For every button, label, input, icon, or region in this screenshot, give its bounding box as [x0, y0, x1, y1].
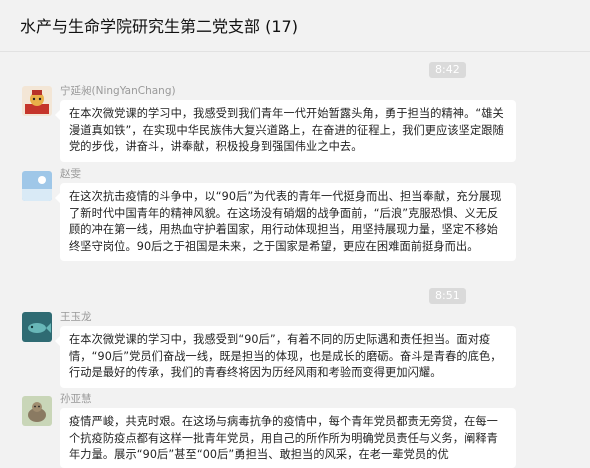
avatar[interactable]	[22, 312, 52, 342]
sender-name: 王玉龙	[60, 311, 92, 323]
sender-name: 宁延昶(NingYanChang)	[60, 85, 176, 97]
avatar-sky-icon	[22, 171, 52, 201]
timestamp: 8:42	[429, 62, 466, 78]
chat-header: 水产与生命学院研究生第二党支部 (17)	[0, 0, 590, 52]
avatar-teal-fish-icon	[22, 312, 52, 342]
message-bubble[interactable]: 在本次微党课的学习中，我感受到我们青年一代开始暂露头角，勇于担当的精神。“雄关漫…	[55, 100, 516, 162]
avatar-red-cartoon-icon	[22, 86, 52, 116]
timestamp: 8:51	[429, 288, 466, 304]
chat-title: 水产与生命学院研究生第二党支部 (17)	[20, 17, 298, 36]
message-bubble[interactable]: 在本次微党课的学习中，我感受到“90后”，有着不同的历史际遇和责任担当。面对疫情…	[55, 326, 516, 388]
sender-name: 赵雯	[60, 168, 81, 180]
message-bubble[interactable]: 疫情严峻，共克时艰。在这场与病毒抗争的疫情中，每个青年党员都责无旁贷，在每一个抗…	[60, 408, 516, 468]
sender-name: 孙亚慧	[60, 393, 92, 405]
message-bubble[interactable]: 在这次抗击疫情的斗争中，以“90后”为代表的青年一代挺身而出、担当奉献，充分展现…	[55, 183, 516, 261]
avatar[interactable]	[22, 171, 52, 201]
avatar[interactable]	[22, 396, 52, 426]
avatar-animal-icon	[22, 396, 52, 426]
avatar[interactable]	[22, 86, 52, 116]
